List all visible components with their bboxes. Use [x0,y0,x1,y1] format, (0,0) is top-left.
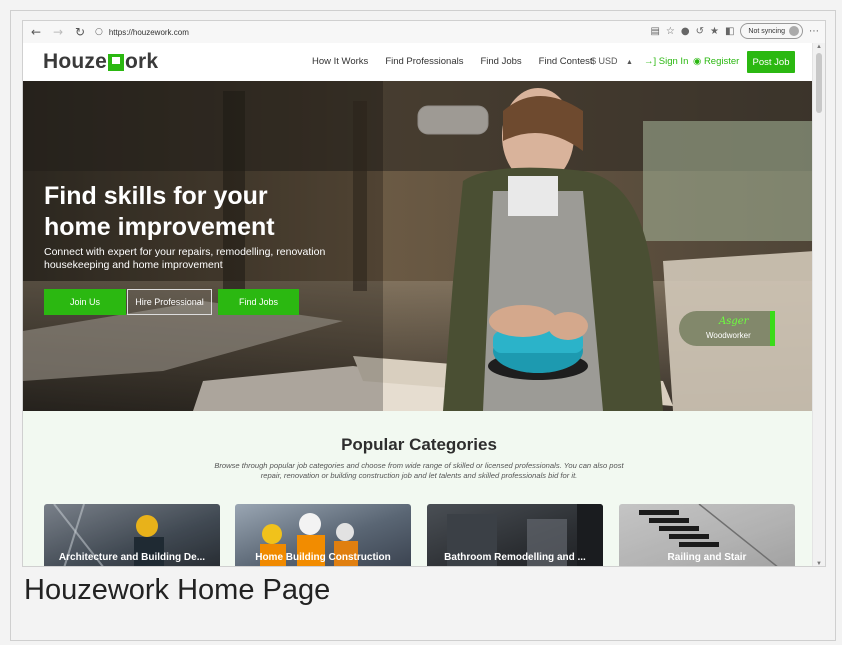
categories-subtitle: Browse through popular job categories an… [214,461,624,480]
site-navbar: Houze ork How It Works Find Professional… [23,43,815,81]
logo-text-right: ork [125,50,159,73]
scroll-down-icon[interactable]: ▼ [816,561,822,566]
category-card-railing[interactable]: Railing and Stair [619,504,795,566]
category-card-bathroom[interactable]: Bathroom Remodelling and ... [427,504,603,566]
refresh-extension-icon[interactable]: ↺ [696,26,704,37]
hero-title: Find skills for your home improvement [44,182,275,241]
browser-window: ← → ↻ ○ https://houzework.com ▤ ☆ ● ↺ ★ … [22,20,826,567]
reader-view-icon[interactable]: ▤ [650,26,659,37]
back-icon[interactable]: ← [27,23,45,41]
join-us-button[interactable]: Join Us [44,289,126,315]
sign-in-label: Sign In [658,56,689,67]
register-label: Register [703,56,740,67]
hero-section: Find skills for your home improvement Co… [23,81,815,411]
category-label: Bathroom Remodelling and ... [444,552,586,563]
currency-label: $ USD [591,56,618,66]
lock-icon: ○ [95,27,103,37]
category-label: Home Building Construction [255,552,391,563]
reload-icon[interactable]: ↻ [71,23,89,41]
register-link[interactable]: ◉ Register [693,56,739,67]
badge-accent-bar [770,311,775,346]
nav-find-professionals[interactable]: Find Professionals [385,56,463,67]
popular-categories-section: Popular Categories Browse through popula… [23,411,815,566]
nav-find-contest[interactable]: Find Contest [539,56,593,67]
post-job-button[interactable]: Post Job [747,51,795,73]
page-scrollbar[interactable]: ▲ ▼ [812,43,825,566]
logo-mark-icon [108,53,124,71]
sync-button[interactable]: Not syncing [740,23,803,39]
sync-label: Not syncing [748,27,785,35]
more-menu-icon[interactable]: ⋯ [809,26,819,37]
site-logo[interactable]: Houze ork [43,50,158,74]
address-url: https://houzework.com [108,27,189,37]
worker-badge: Asger Woodworker [679,311,775,346]
register-icon: ◉ [693,56,702,67]
collections-icon[interactable]: ◧ [725,26,734,37]
favorite-star-icon[interactable]: ☆ [666,26,675,37]
nav-how-it-works[interactable]: How It Works [312,56,368,67]
scrollbar-thumb[interactable] [816,53,822,113]
profile-avatar [789,26,799,36]
address-bar[interactable]: ○ https://houzework.com [95,23,565,41]
page-viewport: Houze ork How It Works Find Professional… [23,43,815,566]
category-card-home-building[interactable]: Home Building Construction [235,504,411,566]
browser-toolbar: ← → ↻ ○ https://houzework.com ▤ ☆ ● ↺ ★ … [23,21,825,44]
badge-role: Woodworker [706,331,751,340]
find-jobs-button[interactable]: Find Jobs [218,289,299,315]
currency-selector[interactable]: $ USD ▲ [591,56,633,66]
scroll-up-icon[interactable]: ▲ [816,44,822,50]
category-label: Railing and Stair [667,552,747,563]
sign-in-link[interactable]: →] Sign In [644,56,688,67]
browser-actions: ▤ ☆ ● ↺ ★ ◧ Not syncing ⋯ [650,23,819,39]
extension-icon[interactable]: ● [681,26,690,37]
hire-professional-button[interactable]: Hire Professional [127,289,212,315]
badge-name: Asger [719,316,749,327]
logo-text-left: Houze [43,50,107,73]
image-caption: Houzework Home Page [24,574,331,606]
nav-find-jobs[interactable]: Find Jobs [480,56,521,67]
forward-icon[interactable]: → [49,23,67,41]
nav-links: How It Works Find Professionals Find Job… [312,56,610,67]
caret-down-icon: ▲ [626,59,633,66]
category-card-architecture[interactable]: Architecture and Building De... [44,504,220,566]
favorites-list-icon[interactable]: ★ [710,26,719,37]
hero-subtitle: Connect with expert for your repairs, re… [44,246,326,271]
categories-title: Popular Categories [341,435,497,454]
sign-in-icon: →] [644,56,657,67]
category-label: Architecture and Building De... [58,552,206,563]
